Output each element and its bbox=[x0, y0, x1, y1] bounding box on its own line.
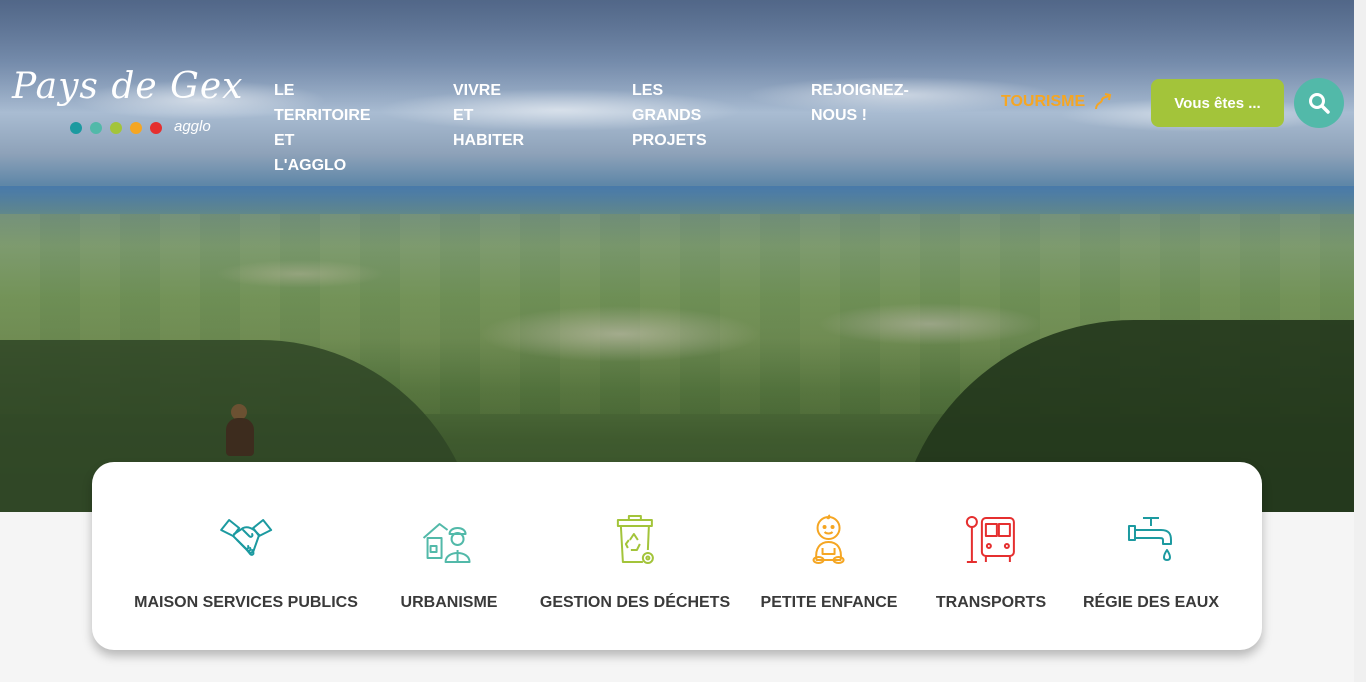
nav-item-territoire[interactable]: LE TERRITOIRE ET L'AGGLO bbox=[274, 78, 371, 178]
logo-dot bbox=[110, 122, 122, 134]
external-route-icon bbox=[1095, 93, 1112, 110]
service-label: RÉGIE DES EAUX bbox=[1082, 594, 1220, 611]
logo-dot bbox=[150, 122, 162, 134]
handshake-icon bbox=[218, 512, 274, 568]
service-label: PETITE ENFANCE bbox=[760, 594, 898, 611]
logo-dot bbox=[130, 122, 142, 134]
service-petite-enfance[interactable]: PETITE ENFANCE bbox=[760, 512, 898, 612]
logo-subtitle: agglo bbox=[174, 118, 211, 135]
baby-icon bbox=[801, 512, 857, 568]
nav-item-rejoignez-nous[interactable]: REJOIGNEZ- NOUS ! bbox=[811, 78, 909, 128]
search-button[interactable] bbox=[1294, 78, 1344, 128]
service-maison-services-publics[interactable]: MAISON SERVICES PUBLICS bbox=[134, 512, 358, 612]
search-icon bbox=[1309, 93, 1330, 114]
logo-dot bbox=[70, 122, 82, 134]
service-gestion-dechets[interactable]: GESTION DES DÉCHETS bbox=[540, 512, 730, 612]
service-label: GESTION DES DÉCHETS bbox=[539, 594, 731, 611]
nav-item-vivre-habiter[interactable]: VIVRE ET HABITER bbox=[453, 78, 524, 153]
service-regie-eaux[interactable]: RÉGIE DES EAUX bbox=[1083, 512, 1219, 612]
logo-dots bbox=[70, 122, 162, 134]
recycling-bin-icon bbox=[607, 512, 663, 568]
vous-etes-button[interactable]: Vous êtes ... bbox=[1151, 79, 1284, 127]
water-tap-icon bbox=[1123, 512, 1179, 568]
builder-house-icon bbox=[421, 512, 477, 568]
service-urbanisme[interactable]: URBANISME bbox=[400, 512, 498, 612]
bus-stop-icon bbox=[963, 512, 1019, 568]
services-card: MAISON SERVICES PUBLICS URBANISME GESTIO… bbox=[92, 462, 1262, 650]
tourisme-label: TOURISME bbox=[1001, 93, 1086, 110]
logo-dot bbox=[90, 122, 102, 134]
site-logo[interactable]: Pays de Gex agglo bbox=[12, 66, 242, 140]
hero-hiker bbox=[222, 404, 258, 456]
service-label: URBANISME bbox=[400, 594, 498, 611]
nav-item-grands-projets[interactable]: LES GRANDS PROJETS bbox=[632, 78, 707, 153]
service-label: TRANSPORTS bbox=[935, 594, 1047, 611]
service-label: MAISON SERVICES PUBLICS bbox=[134, 594, 358, 611]
service-transports[interactable]: TRANSPORTS bbox=[936, 512, 1046, 612]
logo-wordmark: Pays de Gex bbox=[12, 66, 244, 107]
tourisme-link[interactable]: TOURISME bbox=[1001, 92, 1113, 112]
hero-lake bbox=[0, 186, 1354, 214]
page-scrollbar[interactable] bbox=[1354, 0, 1366, 682]
